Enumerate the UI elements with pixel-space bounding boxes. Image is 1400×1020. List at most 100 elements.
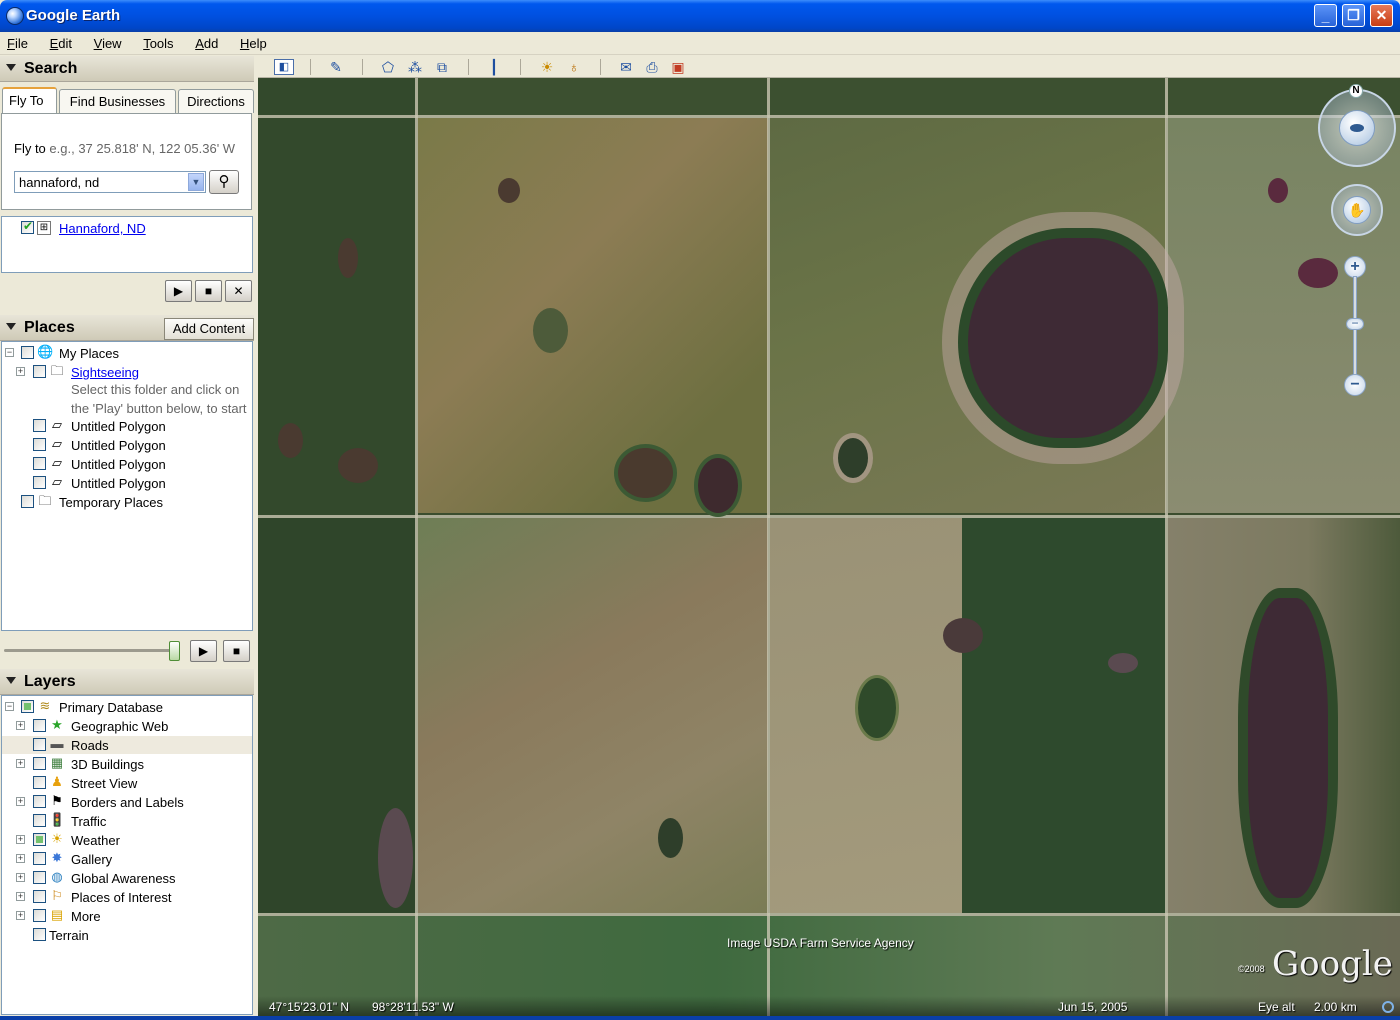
earth-map-view[interactable]: N ✋ + − − Image USDA Farm Service Agency… (258, 78, 1400, 1016)
checkbox[interactable] (21, 346, 34, 359)
tab-find-businesses[interactable]: Find Businesses (59, 89, 176, 113)
close-button[interactable]: ✕ (1370, 4, 1393, 27)
look-joystick[interactable] (1318, 89, 1396, 167)
add-content-button[interactable]: Add Content (164, 318, 254, 340)
tree-item-polygon[interactable]: ▱ Untitled Polygon (2, 474, 252, 492)
tree-item-sightseeing[interactable]: + 🗀 Sightseeing (2, 363, 252, 381)
email-icon[interactable]: ✉ (616, 58, 636, 76)
checkbox[interactable] (33, 719, 46, 732)
checkbox[interactable] (33, 776, 46, 789)
sidebar-toggle-icon[interactable]: ◧ (274, 59, 294, 75)
add-polygon-icon[interactable]: ⬠ (378, 58, 398, 76)
tree-item-polygon[interactable]: ▱ Untitled Polygon (2, 436, 252, 454)
expand-expander-icon[interactable]: + (16, 797, 25, 806)
menu-view[interactable]: View (87, 32, 122, 51)
checkbox[interactable] (33, 871, 46, 884)
checkbox[interactable] (33, 419, 46, 432)
layer-terrain[interactable]: Terrain (2, 926, 252, 944)
layer-borders-labels[interactable]: + ⚑ Borders and Labels (2, 793, 252, 811)
expand-expander-icon[interactable]: + (16, 835, 25, 844)
view-in-maps-icon[interactable]: ▣ (668, 58, 688, 76)
checkbox[interactable] (21, 495, 34, 508)
tab-fly-to[interactable]: Fly To (2, 87, 57, 113)
layer-global-awareness[interactable]: + ◍ Global Awareness (2, 869, 252, 887)
checkbox[interactable] (33, 457, 46, 470)
checkbox[interactable] (33, 438, 46, 451)
expand-expander-icon[interactable]: + (16, 759, 25, 768)
collapse-expander-icon[interactable]: − (5, 348, 14, 357)
dropdown-arrow-icon[interactable]: ▼ (188, 173, 204, 191)
expand-expander-icon[interactable]: + (16, 721, 25, 730)
zoom-out-button[interactable]: − (1344, 374, 1366, 396)
layer-geographic-web[interactable]: + ★ Geographic Web (2, 717, 252, 735)
tree-item-my-places[interactable]: − 🌐 My Places (2, 344, 252, 362)
zoom-slider-thumb[interactable]: − (1346, 317, 1364, 330)
layer-weather[interactable]: + ☀ Weather (2, 831, 252, 849)
add-image-overlay-icon[interactable]: ⧉ (432, 58, 452, 76)
layer-places-of-interest[interactable]: + ⚐ Places of Interest (2, 888, 252, 906)
hand-pan-icon[interactable]: ✋ (1343, 196, 1371, 224)
minimize-button[interactable]: _ (1314, 4, 1337, 27)
menu-add[interactable]: Add (188, 32, 218, 51)
result-checkbox[interactable] (21, 219, 34, 234)
checkbox[interactable] (33, 476, 46, 489)
eye-icon[interactable] (1339, 110, 1375, 146)
layer-primary-database[interactable]: − ≋ Primary Database (2, 698, 252, 716)
tour-slider-thumb[interactable] (169, 641, 180, 661)
collapse-expander-icon[interactable]: − (5, 702, 14, 711)
places-play-button[interactable]: ▶ (190, 640, 217, 662)
list-item[interactable]: ⊞ Hannaford, ND (2, 219, 252, 237)
checkbox[interactable] (33, 365, 46, 378)
search-stop-button[interactable]: ■ (195, 280, 222, 302)
checkbox[interactable] (33, 738, 46, 751)
tab-directions[interactable]: Directions (178, 89, 254, 113)
menu-help[interactable]: Help (233, 32, 267, 51)
fly-to-input[interactable]: hannaford, nd ▼ (14, 171, 206, 193)
maximize-button[interactable]: ❐ (1342, 4, 1365, 27)
add-placemark-icon[interactable]: ✎ (326, 58, 346, 76)
north-compass-indicator[interactable]: N (1349, 84, 1363, 98)
search-clear-button[interactable]: ✕ (225, 280, 252, 302)
search-play-button[interactable]: ▶ (165, 280, 192, 302)
layer-traffic[interactable]: 🚦 Traffic (2, 812, 252, 830)
tree-label[interactable]: Sightseeing (71, 365, 139, 380)
sky-planet-icon[interactable]: ♁ (564, 58, 584, 76)
expand-expander-icon[interactable]: + (16, 911, 25, 920)
ruler-icon[interactable]: ┃ (484, 58, 504, 76)
menu-tools[interactable]: Tools (136, 32, 173, 51)
menu-edit[interactable]: Edit (43, 32, 72, 51)
tree-item-polygon[interactable]: ▱ Untitled Polygon (2, 455, 252, 473)
checkbox[interactable] (33, 909, 46, 922)
layer-roads[interactable]: ▬ Roads (2, 736, 252, 754)
checkbox[interactable] (33, 890, 46, 903)
expand-expander-icon[interactable]: + (16, 854, 25, 863)
layer-3d-buildings[interactable]: + ▦ 3D Buildings (2, 755, 252, 773)
zoom-slider-track[interactable] (1353, 276, 1357, 386)
layer-more[interactable]: + ▤ More (2, 907, 252, 925)
layers-panel-header[interactable]: Layers (0, 669, 254, 695)
checkbox[interactable] (33, 795, 46, 808)
expand-expander-icon[interactable]: + (16, 367, 25, 376)
checkbox[interactable] (33, 757, 46, 770)
print-icon[interactable]: ⎙ (642, 58, 662, 76)
checkbox[interactable] (21, 700, 34, 713)
places-stop-button[interactable]: ■ (223, 640, 250, 662)
menu-file[interactable]: File (0, 32, 28, 51)
expand-expander-icon[interactable]: + (16, 892, 25, 901)
checkbox[interactable] (33, 814, 46, 827)
tour-slider-track[interactable] (4, 649, 180, 652)
tree-item-temporary-places[interactable]: 🗀 Temporary Places (2, 493, 252, 511)
result-hannaford-link[interactable]: Hannaford, ND (59, 221, 146, 236)
search-panel-header[interactable]: Search (0, 56, 254, 82)
checkbox[interactable] (33, 852, 46, 865)
zoom-in-button[interactable]: + (1344, 256, 1366, 278)
checkbox[interactable] (33, 928, 46, 941)
checkbox[interactable] (33, 833, 46, 846)
sunlight-icon[interactable]: ☀ (537, 58, 557, 76)
layer-street-view[interactable]: ♟ Street View (2, 774, 252, 792)
search-go-button[interactable]: ⚲ (209, 170, 239, 194)
expand-expander-icon[interactable]: + (16, 873, 25, 882)
add-path-icon[interactable]: ⁂ (405, 58, 425, 76)
layer-gallery[interactable]: + ✸ Gallery (2, 850, 252, 868)
places-panel-header[interactable]: Places Add Content (0, 315, 254, 341)
